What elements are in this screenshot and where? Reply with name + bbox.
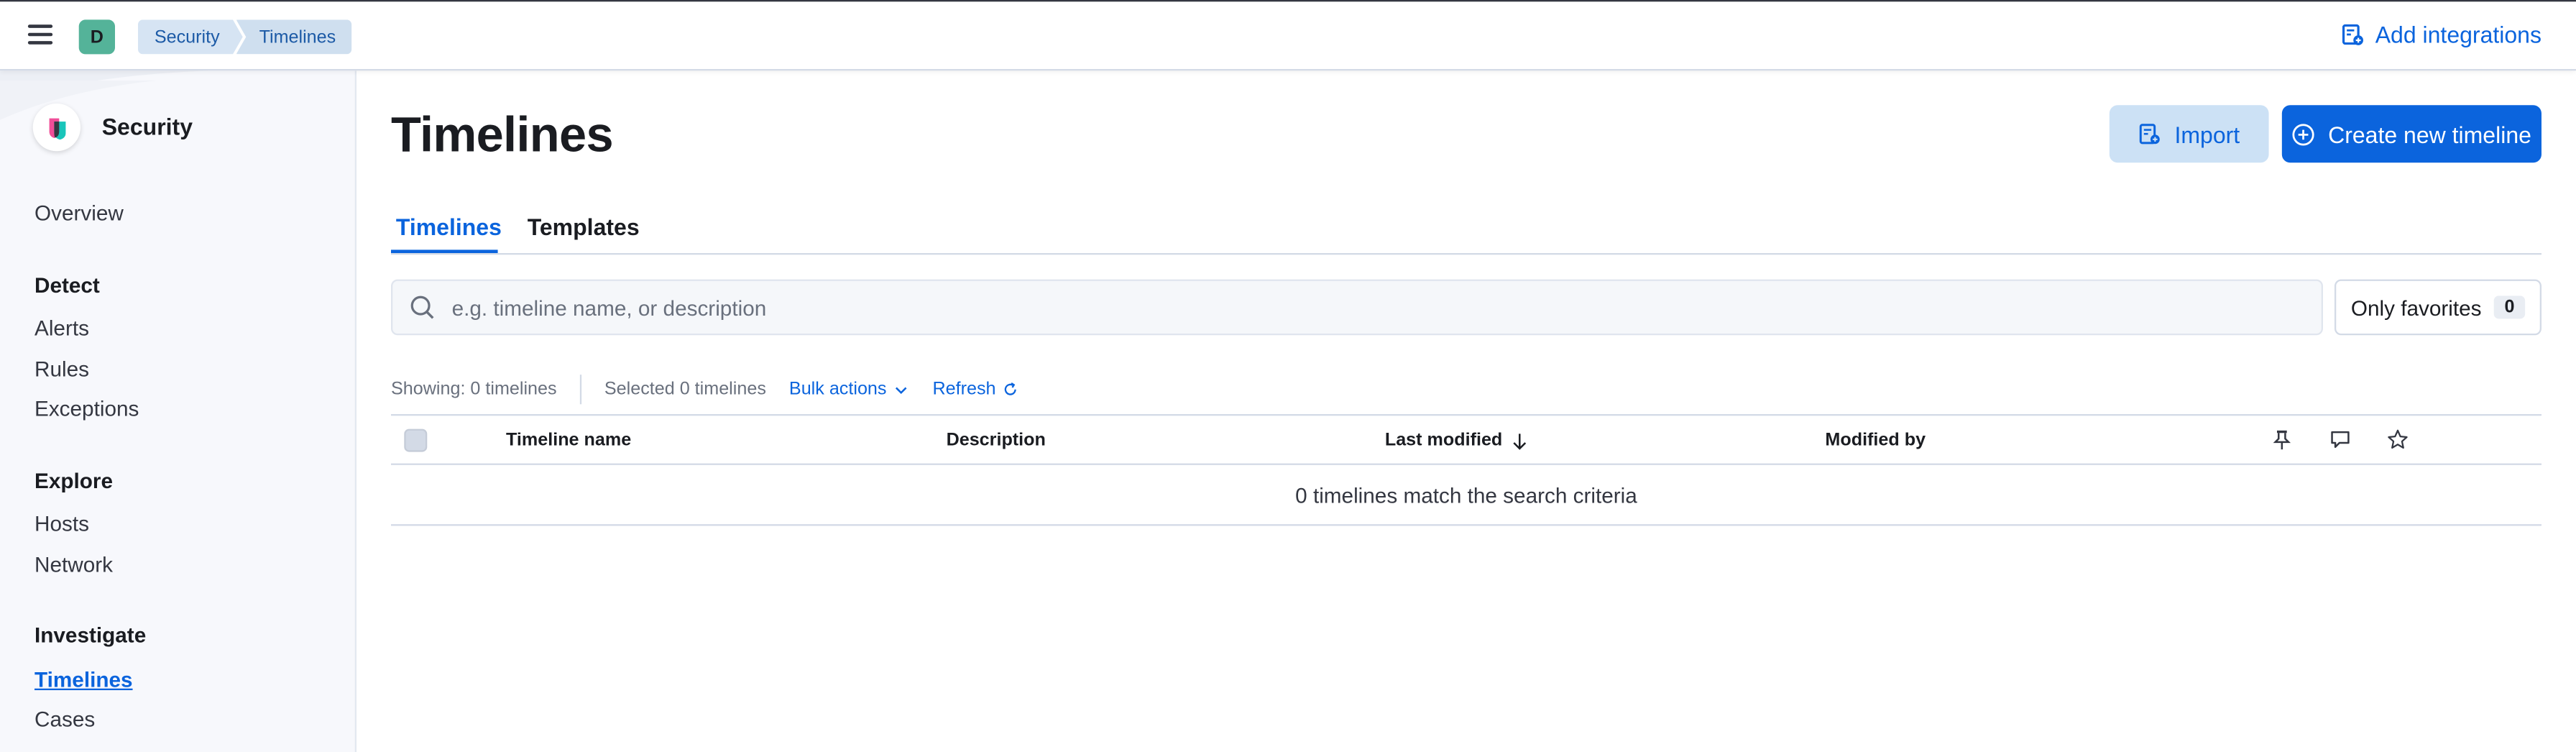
search-icon	[410, 295, 434, 319]
sidebar-item-rules[interactable]: Rules	[34, 357, 89, 381]
import-label: Import	[2174, 120, 2240, 147]
add-integrations-label: Add integrations	[2375, 21, 2542, 48]
sidebar-group-detect: Detect	[34, 272, 100, 298]
column-timeline-name[interactable]: Timeline name	[506, 431, 631, 450]
bulk-actions-button[interactable]: Bulk actions	[789, 380, 908, 399]
sidebar-item-overview[interactable]: Overview	[34, 201, 124, 225]
bulk-actions-label: Bulk actions	[788, 379, 887, 400]
comment-icon[interactable]	[2329, 429, 2351, 451]
divider	[579, 375, 581, 405]
import-button[interactable]: Import	[2109, 105, 2269, 163]
plus-circle-icon	[2292, 123, 2314, 145]
breadcrumb: Security Timelines	[138, 19, 353, 55]
sidebar-item-hosts[interactable]: Hosts	[34, 511, 89, 536]
import-icon	[2138, 124, 2159, 145]
column-modified-by[interactable]: Modified by	[1825, 431, 1926, 450]
breadcrumb-security[interactable]: Security	[138, 19, 243, 54]
add-integrations-button[interactable]: Add integrations	[2341, 21, 2542, 48]
showing-count: Showing: 0 timelines	[390, 379, 557, 400]
selected-tab-indicator	[390, 249, 498, 253]
favorites-count-badge: 0	[2494, 295, 2525, 319]
refresh-label: Refresh	[932, 379, 996, 400]
main-content: Timelines Import Create new timeline Tim…	[356, 70, 2576, 752]
timelines-table: Timeline name Description Last modified …	[390, 413, 2542, 526]
sidebar-item-cases[interactable]: Cases	[34, 707, 95, 731]
sidebar-item-exceptions[interactable]: Exceptions	[34, 396, 139, 421]
breadcrumb-timelines[interactable]: Timelines	[236, 19, 353, 55]
star-icon[interactable]	[2387, 429, 2409, 451]
side-navigation: Security Overview Detect Alerts Rules Ex…	[0, 70, 356, 752]
space-avatar[interactable]: D	[78, 19, 115, 55]
menu-icon[interactable]	[27, 24, 53, 45]
table-toolbar: Showing: 0 timelines Selected 0 timeline…	[390, 375, 1019, 405]
table-header: Timeline name Description Last modified …	[390, 413, 2542, 465]
timeline-tabs: Timelines Templates	[390, 202, 2542, 255]
empty-table-message: 0 timelines match the search criteria	[390, 465, 2542, 526]
select-all-checkbox[interactable]	[404, 428, 428, 452]
create-new-timeline-button[interactable]: Create new timeline	[2281, 105, 2542, 163]
sidebar-group-investigate: Investigate	[34, 623, 147, 648]
sidebar-item-network[interactable]: Network	[34, 552, 113, 577]
tab-templates[interactable]: Templates	[528, 214, 640, 240]
tab-timelines[interactable]: Timelines	[396, 214, 502, 240]
column-last-modified[interactable]: Last modified	[1385, 431, 1527, 450]
page-title: Timelines	[390, 108, 614, 163]
top-header: D Security Timelines Add integrations	[0, 0, 2576, 71]
security-logo-icon	[32, 103, 80, 152]
pin-icon[interactable]	[2272, 429, 2291, 451]
refresh-button[interactable]: Refresh	[932, 380, 1018, 399]
column-description[interactable]: Description	[947, 431, 1046, 450]
create-new-timeline-label: Create new timeline	[2328, 120, 2531, 147]
sidebar-group-explore: Explore	[34, 468, 113, 493]
integrations-icon	[2342, 24, 2363, 45]
only-favorites-button[interactable]: Only favorites 0	[2334, 279, 2542, 336]
search-input[interactable]	[451, 295, 2259, 320]
sidebar-item-alerts[interactable]: Alerts	[34, 316, 89, 340]
search-field	[390, 279, 2323, 336]
chevron-down-icon	[895, 386, 906, 393]
sort-arrow-down-icon	[1512, 433, 1526, 449]
selected-count: Selected 0 timelines	[604, 379, 766, 400]
sidebar-title: Security	[101, 113, 193, 140]
sidebar-item-timelines[interactable]: Timelines	[34, 667, 133, 692]
refresh-icon	[1005, 382, 1017, 395]
only-favorites-label: Only favorites	[2350, 295, 2482, 320]
